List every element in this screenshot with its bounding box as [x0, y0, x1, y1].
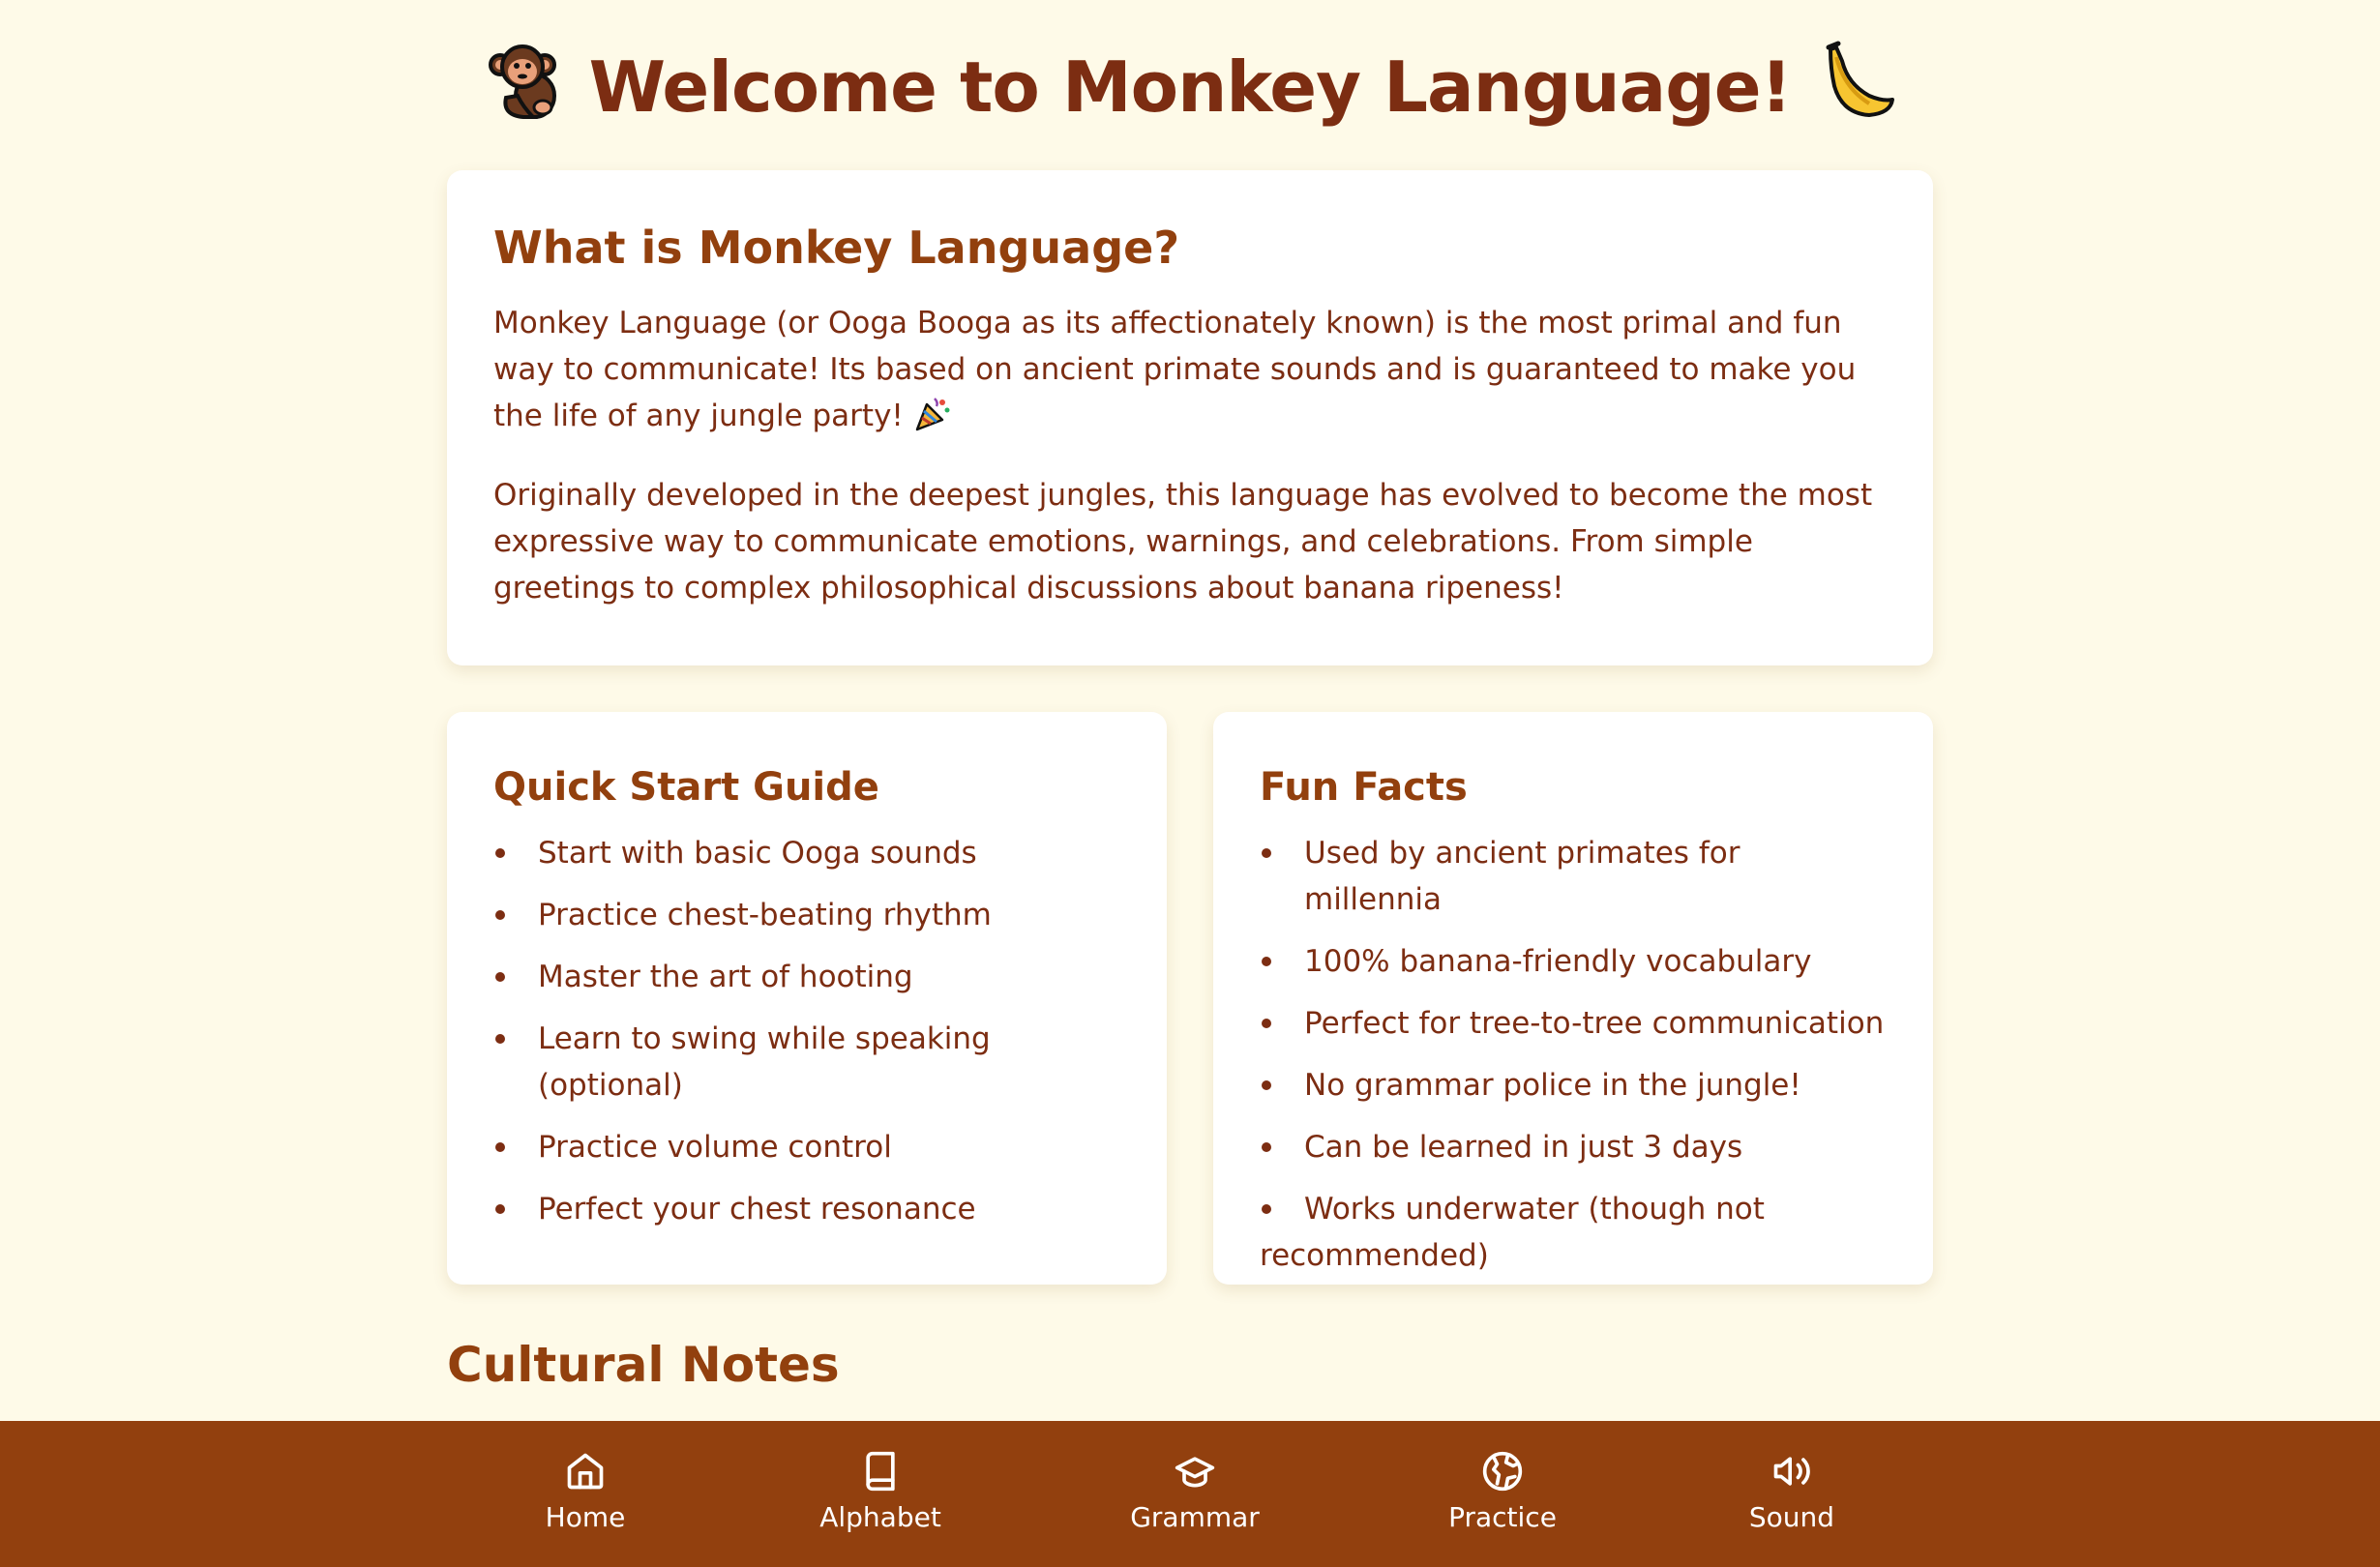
nav-item-label: Alphabet: [819, 1501, 941, 1533]
list-item: Practice chest-beating rhythm: [493, 892, 1120, 938]
intro-paragraph-1: Monkey Language (or Ooga Booga as its af…: [493, 300, 1887, 441]
bullet-dot-icon: [1262, 957, 1271, 966]
nav-item-practice[interactable]: Practice: [1406, 1421, 1599, 1567]
list-item: Used by ancient primates for millennia: [1260, 830, 1887, 923]
home-icon: [567, 1453, 604, 1490]
bullet-dot-icon: [1262, 1142, 1271, 1152]
nav-item-label: Sound: [1748, 1501, 1835, 1533]
intro-paragraph-2: Originally developed in the deepest jung…: [493, 477, 1873, 606]
cultural-notes-heading: Cultural Notes: [447, 1337, 840, 1393]
list-item: Master the art of hooting: [493, 954, 1120, 1000]
nav-item-alphabet[interactable]: Alphabet: [784, 1421, 977, 1567]
bullet-dot-icon: [1262, 1204, 1271, 1214]
list-item: Works underwater (though not recommended…: [1260, 1186, 1887, 1279]
nav-item-home[interactable]: Home: [489, 1421, 682, 1567]
list-item: 100% banana-friendly vocabulary: [1260, 938, 1887, 985]
list-item-text: 100% banana-friendly vocabulary: [1304, 944, 1812, 979]
bottom-nav-bar: Home Alphabet Grammar Practice Sound: [0, 1421, 2380, 1567]
bullet-dot-icon: [495, 1204, 505, 1214]
list-item-text: Start with basic Ooga sounds: [538, 836, 977, 871]
nav-item-label: Grammar: [1130, 1501, 1260, 1533]
bullet-dot-icon: [1262, 1080, 1271, 1090]
list-item-text: Practice volume control: [538, 1130, 892, 1165]
bullet-dot-icon: [1262, 848, 1271, 858]
page-title: Welcome to Monkey Language!: [0, 39, 2380, 145]
list-item: Perfect for tree-to-tree communication: [1260, 1000, 1887, 1047]
list-item: Start with basic Ooga sounds: [493, 830, 1120, 876]
list-item: No grammar police in the jungle!: [1260, 1062, 1887, 1109]
nav-item-label: Home: [545, 1501, 626, 1533]
list-item-text: Practice chest-beating rhythm: [538, 898, 992, 932]
fun-facts-card: Fun Facts Used by ancient primates for m…: [1213, 712, 1933, 1285]
bullet-dot-icon: [495, 1034, 505, 1044]
list-item-text: Perfect for tree-to-tree communication: [1304, 1006, 1885, 1041]
banana-emoji-icon: [1815, 40, 1896, 145]
page-title-text: Welcome to Monkey Language!: [588, 46, 1793, 128]
quick-start-heading: Quick Start Guide: [493, 765, 879, 810]
bullet-dot-icon: [495, 848, 505, 858]
bullet-dot-icon: [495, 972, 505, 982]
list-item-text: Works underwater (though not recommended…: [1260, 1192, 1765, 1273]
intro-card: What is Monkey Language? Monkey Language…: [447, 170, 1933, 665]
list-item: Can be learned in just 3 days: [1260, 1124, 1887, 1170]
globe-icon: [1482, 1451, 1523, 1492]
bullet-dot-icon: [495, 1142, 505, 1152]
party-popper-icon: [913, 395, 952, 441]
nav-item-sound[interactable]: Sound: [1695, 1421, 1889, 1567]
intro-heading: What is Monkey Language?: [493, 222, 1180, 274]
fun-facts-heading: Fun Facts: [1260, 765, 1468, 810]
intro-paragraph-1-text: Monkey Language (or Ooga Booga as its af…: [493, 306, 1857, 433]
speaker-icon: [1773, 1457, 1810, 1486]
list-item: Practice volume control: [493, 1124, 1120, 1170]
quick-start-card: Quick Start Guide Start with basic Ooga …: [447, 712, 1167, 1285]
graduation-cap-icon: [1175, 1457, 1215, 1488]
quick-start-list: Start with basic Ooga sounds Practice ch…: [493, 830, 1120, 1232]
list-item-text: Learn to swing while speaking (optional): [538, 1021, 991, 1103]
bullet-dot-icon: [1262, 1019, 1271, 1028]
list-item-text: Can be learned in just 3 days: [1304, 1130, 1743, 1165]
fun-facts-list: Used by ancient primates for millennia 1…: [1260, 830, 1887, 1279]
list-item-text: Perfect your chest resonance: [538, 1192, 976, 1227]
monkey-emoji-icon: [485, 40, 566, 145]
bullet-dot-icon: [495, 910, 505, 920]
nav-item-grammar[interactable]: Grammar: [1098, 1421, 1292, 1567]
list-item-text: No grammar police in the jungle!: [1304, 1068, 1801, 1103]
book-icon: [866, 1451, 895, 1492]
list-item-text: Master the art of hooting: [538, 960, 913, 994]
list-item: Perfect your chest resonance: [493, 1186, 1120, 1232]
nav-item-label: Practice: [1448, 1501, 1557, 1533]
list-item: Learn to swing while speaking (optional): [493, 1016, 1120, 1109]
list-item-text: Used by ancient primates for millennia: [1304, 836, 1740, 917]
